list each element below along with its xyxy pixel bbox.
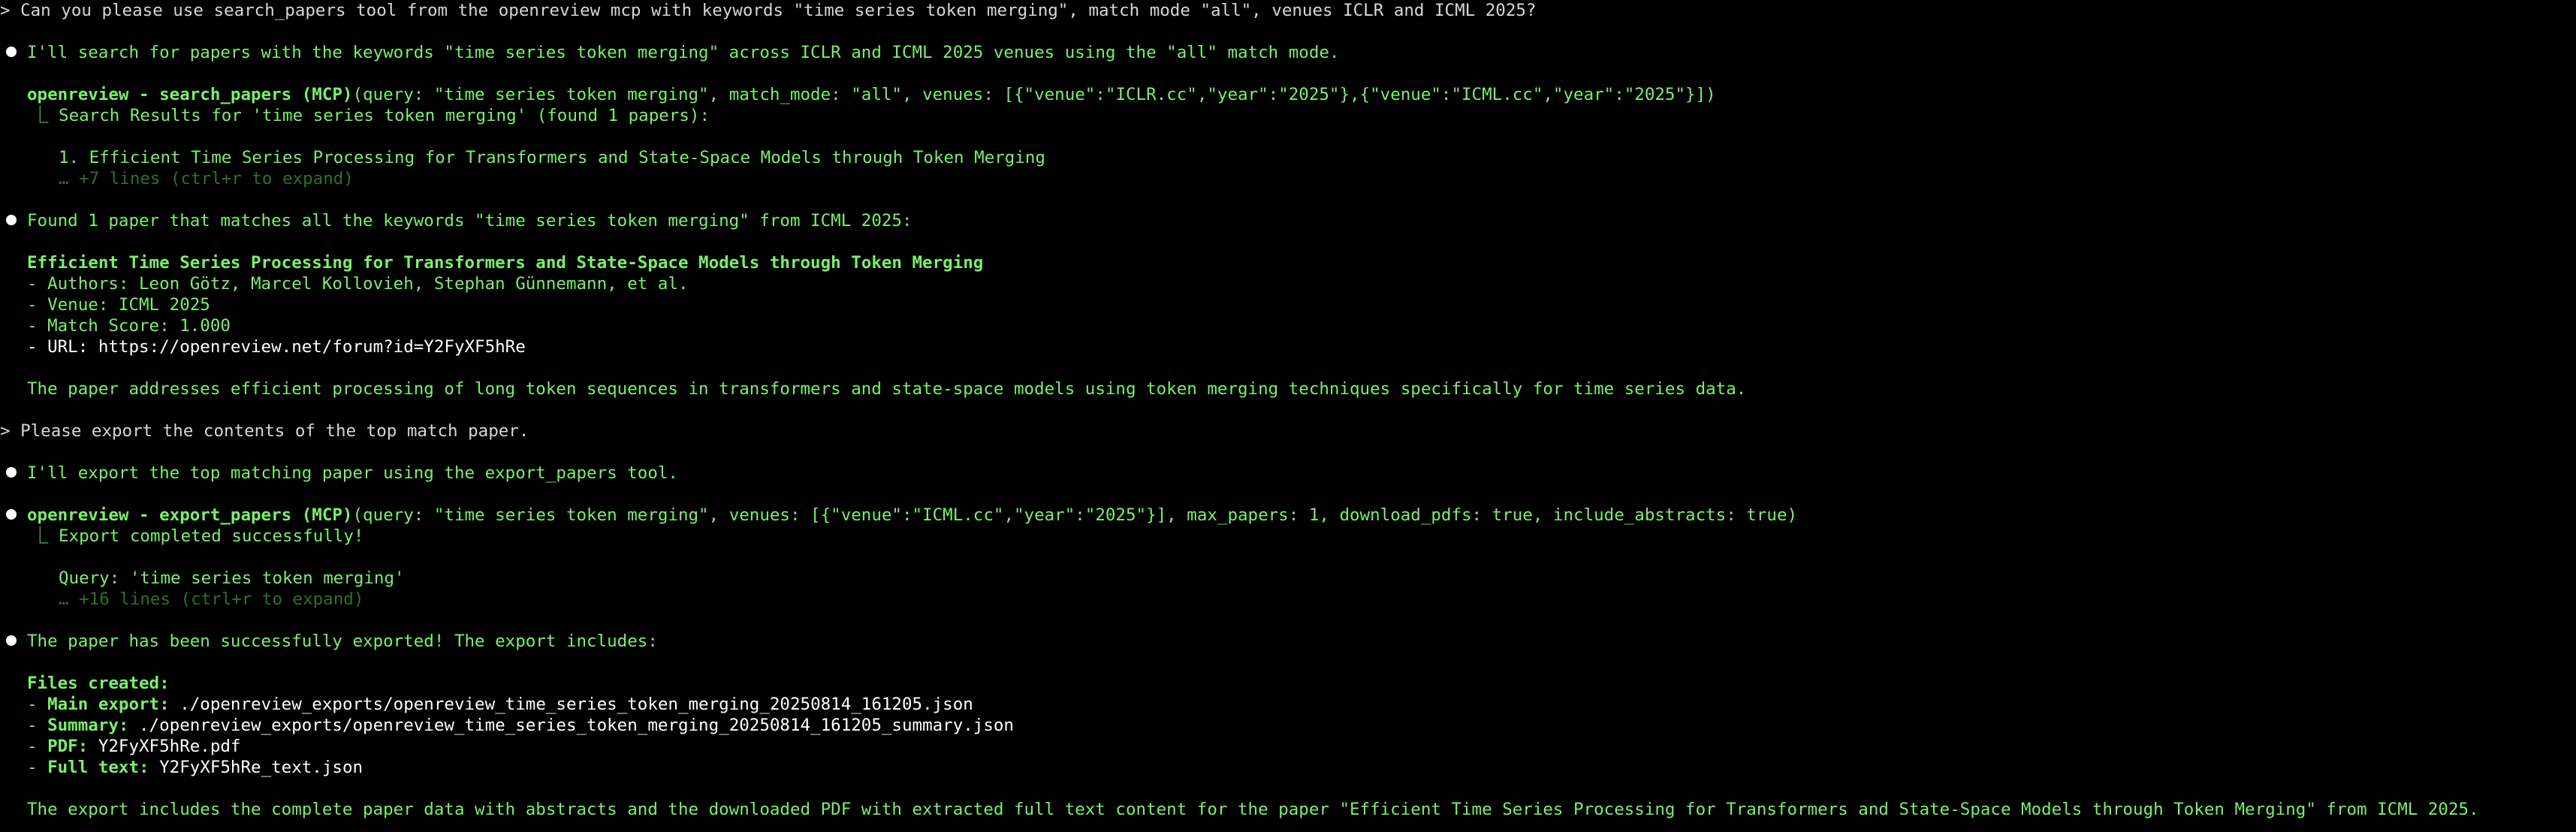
user-prompt-text: Please export the contents of the top ma… — [20, 421, 529, 441]
expand-hint[interactable]: … +7 lines (ctrl+r to expand) — [0, 168, 354, 189]
bullet-icon — [6, 635, 17, 646]
file-summary: - Summary: ./openreview_exports/openrevi… — [27, 716, 1014, 735]
tool-result-item: 1. Efficient Time Series Processing for … — [59, 148, 1045, 167]
paper-url-text[interactable]: - URL: https://openreview.net/forum?id=Y… — [27, 337, 526, 357]
assistant-message-5: The export includes the complete paper d… — [27, 800, 2479, 819]
file-path: Y2FyXF5hRe_text.json — [149, 758, 363, 777]
paper-score: - Match Score: 1.000 — [27, 316, 231, 336]
user-prompt-text: Can you please use search_papers tool fr… — [20, 1, 1537, 20]
tool-name: openreview - search_papers (MCP) — [27, 85, 353, 104]
file-full-text: - Full text: Y2FyXF5hRe_text.json — [27, 758, 363, 777]
terminal-window: > Can you please use search_papers tool … — [0, 0, 2576, 832]
files-heading: Files created: — [27, 674, 170, 693]
bullet-icon — [6, 508, 17, 520]
prompt-marker: > — [0, 421, 11, 441]
tool-args: (query: "time series token merging", mat… — [352, 85, 1716, 104]
user-prompt-2: > Please export the contents of the top … — [0, 421, 529, 442]
paper-venue: - Venue: ICML 2025 — [27, 295, 210, 315]
file-label: Full text: — [47, 758, 149, 777]
file-path: Y2FyXF5hRe.pdf — [88, 737, 241, 756]
paper-url: - URL: https://openreview.net/forum?id=Y… — [0, 336, 526, 357]
file-main-export: - Main export: ./openreview_exports/open… — [27, 695, 973, 714]
tool-call-export-papers: openreview - export_papers (MCP)(query: … — [0, 505, 1797, 526]
file-label: Summary: — [47, 716, 129, 735]
paper-summary: The paper addresses efficient processing… — [27, 379, 1747, 399]
assistant-message-4: The paper has been successfully exported… — [0, 631, 658, 652]
paper-authors: - Authors: Leon Götz, Marcel Kollovieh, … — [27, 274, 689, 294]
file-path: ./openreview_exports/openreview_time_ser… — [128, 716, 1014, 735]
assistant-message-text: I'll export the top matching paper using… — [27, 463, 678, 483]
bullet-icon — [6, 466, 17, 478]
assistant-message-1: I'll search for papers with the keywords… — [0, 42, 1339, 63]
expand-hint[interactable]: … +16 lines (ctrl+r to expand) — [0, 589, 363, 610]
file-label: PDF: — [47, 737, 89, 756]
file-path: ./openreview_exports/openreview_time_ser… — [169, 695, 973, 714]
bullet-icon — [6, 46, 17, 57]
assistant-message-2: Found 1 paper that matches all the keywo… — [0, 210, 912, 231]
assistant-message-text: I'll search for papers with the keywords… — [27, 43, 1340, 62]
user-prompt-1: > Can you please use search_papers tool … — [0, 0, 1536, 21]
tool-result-header: ⎿ Search Results for 'time series token … — [32, 106, 710, 125]
tool-args: (query: "time series token merging", ven… — [352, 505, 1798, 525]
file-pdf: - PDF: Y2FyXF5hRe.pdf — [27, 737, 241, 756]
assistant-message-text: Found 1 paper that matches all the keywo… — [27, 211, 912, 231]
assistant-message-3: I'll export the top matching paper using… — [0, 463, 678, 484]
paper-title: Efficient Time Series Processing for Tra… — [27, 253, 984, 273]
tool-name: openreview - export_papers (MCP) — [27, 505, 353, 525]
assistant-message-text: The paper has been successfully exported… — [27, 632, 658, 651]
file-label: Main export: — [47, 695, 170, 714]
tool-call-search-papers: openreview - search_papers (MCP)(query: … — [0, 84, 1716, 105]
tool-result-query: Query: 'time series token merging' — [59, 568, 405, 588]
tool-result-header: ⎿ Export completed successfully! — [32, 526, 364, 546]
prompt-marker: > — [0, 1, 11, 20]
bullet-icon — [6, 214, 17, 225]
